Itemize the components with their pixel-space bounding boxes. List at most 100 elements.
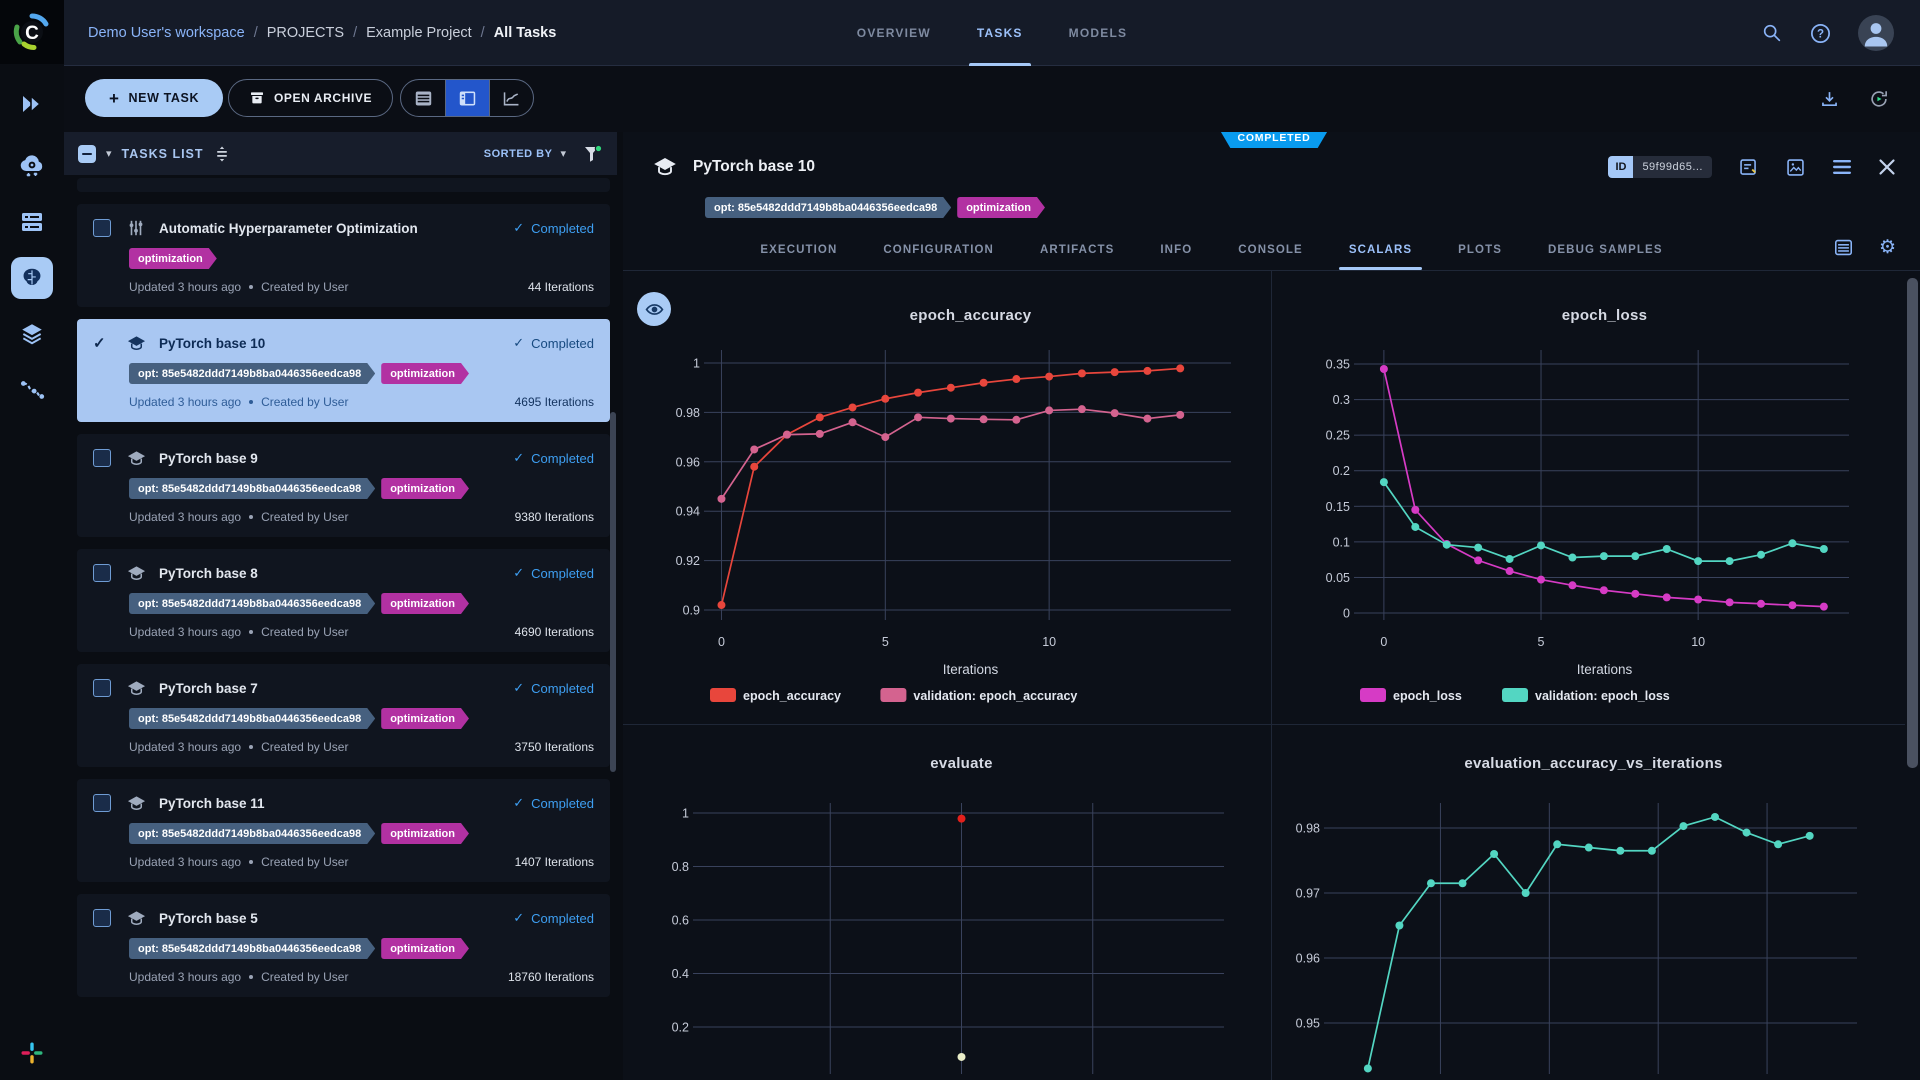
detail-tab-plots[interactable]: PLOTS <box>1458 230 1502 270</box>
chart-evaluation_accuracy_vs_iterations[interactable]: evaluation_accuracy_vs_iterations0.980.9… <box>1272 725 1905 1080</box>
id-value: 59f99d65... <box>1633 156 1712 178</box>
tag-opt-id[interactable]: opt: 85e5482ddd7149b8ba0446356eedca98 <box>129 363 375 384</box>
chart-evaluate[interactable]: evaluate10.80.60.40.2 <box>623 725 1272 1080</box>
task-checkbox[interactable] <box>93 679 111 697</box>
tag-opt-id[interactable]: opt: 85e5482ddd7149b8ba0446356eedca98 <box>129 708 375 729</box>
settings-gear-icon[interactable]: ⚙ <box>1879 238 1896 257</box>
header-tab-tasks[interactable]: TASKS <box>977 0 1023 66</box>
preview-image-icon[interactable] <box>1785 157 1806 178</box>
tag-opt-id[interactable]: opt: 85e5482ddd7149b8ba0446356eedca98 <box>129 478 375 499</box>
detail-tab-scalars[interactable]: SCALARS <box>1349 230 1412 270</box>
task-card[interactable]: PyTorch base 11 ✓Completed opt: 85e5482d… <box>77 779 610 882</box>
new-task-button[interactable]: + NEW TASK <box>85 79 223 117</box>
tag-opt-id[interactable]: opt: 85e5482ddd7149b8ba0446356eedca98 <box>129 593 375 614</box>
svg-text:evaluation_accuracy_vs_iterati: evaluation_accuracy_vs_iterations <box>1464 755 1722 772</box>
chart-cell-evaluation-accuracy[interactable]: evaluation_accuracy_vs_iterations0.980.9… <box>1272 725 1905 1080</box>
task-card[interactable]: PyTorch base 8 ✓Completed opt: 85e5482dd… <box>77 549 610 652</box>
task-checkbox[interactable] <box>93 219 111 237</box>
sidebar-item-pipelines[interactable] <box>0 362 64 418</box>
sidebar-item-projects-active-bg <box>11 257 53 299</box>
detail-tab-info[interactable]: INFO <box>1160 230 1192 270</box>
chart-cell-epoch-accuracy[interactable]: epoch_accuracy10.980.960.940.920.90510It… <box>623 270 1272 725</box>
detail-tab-execution[interactable]: EXECUTION <box>760 230 837 270</box>
chart-epoch_loss[interactable]: epoch_loss0.350.30.250.20.150.10.0500510… <box>1272 270 1905 725</box>
detail-tab-console[interactable]: CONSOLE <box>1238 230 1303 270</box>
open-archive-button[interactable]: OPEN ARCHIVE <box>228 79 393 117</box>
row-density-icon[interactable] <box>214 146 230 162</box>
tag-optimization[interactable]: optimization <box>381 593 469 614</box>
task-card[interactable]: PyTorch base 7 ✓Completed opt: 85e5482dd… <box>77 664 610 767</box>
task-checkbox[interactable] <box>93 794 111 812</box>
task-type-icon <box>127 218 147 238</box>
user-avatar[interactable] <box>1858 15 1894 51</box>
status-check-icon: ✓ <box>513 335 524 351</box>
task-checkbox[interactable] <box>93 564 111 582</box>
task-type-icon <box>127 680 147 697</box>
hide-plots-eye-button[interactable] <box>637 292 671 326</box>
menu-icon[interactable] <box>1832 158 1852 176</box>
tag-opt-id[interactable]: opt: 85e5482ddd7149b8ba0446356eedca98 <box>129 938 375 959</box>
detail-tab-configuration[interactable]: CONFIGURATION <box>883 230 994 270</box>
table-view-toggle[interactable] <box>401 80 445 116</box>
task-checkbox[interactable] <box>93 909 111 927</box>
header-tab-models[interactable]: MODELS <box>1069 0 1128 66</box>
task-type-icon <box>127 335 147 352</box>
status-check-icon: ✓ <box>513 450 524 466</box>
select-all-checkbox[interactable] <box>78 145 96 163</box>
slack-icon[interactable] <box>0 1042 64 1064</box>
svg-text:5: 5 <box>1538 635 1545 649</box>
auto-refresh-icon[interactable] <box>1868 88 1890 110</box>
detail-scrollbar[interactable] <box>1907 278 1918 768</box>
tasks-list-scrollbar[interactable] <box>610 412 616 772</box>
task-updated: Updated 3 hours ago <box>129 510 241 524</box>
task-iterations: 44 Iterations <box>528 280 594 294</box>
task-id-chip[interactable]: ID 59f99d65... <box>1608 156 1712 178</box>
sidebar-item-workers-queues[interactable] <box>0 194 64 250</box>
task-card[interactable]: PyTorch base 5 ✓Completed opt: 85e5482dd… <box>77 894 610 997</box>
select-all-caret-icon[interactable]: ▾ <box>106 147 112 160</box>
sidebar-item-autoscalers[interactable] <box>0 138 64 194</box>
chart-cell-evaluate[interactable]: evaluate10.80.60.40.2 <box>623 725 1272 1080</box>
sidebar-expand-icon[interactable] <box>0 76 64 132</box>
detail-tab-debug-samples[interactable]: DEBUG SAMPLES <box>1548 230 1663 270</box>
download-icon[interactable] <box>1819 89 1840 110</box>
tag-optimization[interactable]: optimization <box>381 708 469 729</box>
svg-text:0: 0 <box>1343 607 1350 621</box>
close-icon[interactable] <box>1878 158 1896 176</box>
chart-cell-epoch-loss[interactable]: epoch_loss0.350.30.250.20.150.10.0500510… <box>1272 270 1905 725</box>
tag-optimization[interactable]: optimization <box>381 478 469 499</box>
sidebar-item-projects[interactable] <box>0 250 64 306</box>
task-status-badge: ✓Completed <box>513 680 594 696</box>
task-updated: Updated 3 hours ago <box>129 280 241 294</box>
help-icon[interactable]: ? <box>1809 22 1832 45</box>
tag-optimization[interactable]: optimization <box>957 197 1045 218</box>
filter-funnel-icon[interactable] <box>582 144 603 164</box>
tag-optimization[interactable]: optimization <box>381 938 469 959</box>
task-card[interactable]: PyTorch base 9 ✓Completed opt: 85e5482dd… <box>77 434 610 537</box>
split-view-toggle[interactable] <box>445 80 489 116</box>
task-card-partial[interactable] <box>77 178 610 192</box>
tag-optimization[interactable]: optimization <box>381 823 469 844</box>
metrics-table-icon[interactable] <box>1834 239 1853 256</box>
search-icon[interactable] <box>1761 22 1783 44</box>
detail-tab-artifacts[interactable]: ARTIFACTS <box>1040 230 1114 270</box>
chart-epoch_accuracy[interactable]: epoch_accuracy10.980.960.940.920.90510It… <box>623 270 1272 725</box>
tag-opt-id[interactable]: opt: 85e5482ddd7149b8ba0446356eedca98 <box>129 823 375 844</box>
tag-optimization[interactable]: optimization <box>381 363 469 384</box>
sidebar-item-datasets[interactable] <box>0 306 64 362</box>
clearml-logo[interactable]: C <box>0 0 64 64</box>
task-status-badge: ✓Completed <box>513 220 594 236</box>
task-card[interactable]: ✓ PyTorch base 10 ✓Completed opt: 85e548… <box>77 319 610 422</box>
tag-optimization[interactable]: optimization <box>129 248 217 269</box>
sorted-by-control[interactable]: SORTED BY ▾ <box>484 147 566 160</box>
header-tab-overview[interactable]: OVERVIEW <box>857 0 931 66</box>
task-iterations: 4690 Iterations <box>515 625 594 639</box>
chart-view-toggle[interactable] <box>489 80 533 116</box>
status-label: Completed <box>531 451 594 466</box>
task-card[interactable]: Automatic Hyperparameter Optimization ✓C… <box>77 204 610 307</box>
task-checkbox[interactable] <box>93 449 111 467</box>
status-check-icon: ✓ <box>513 910 524 926</box>
description-icon[interactable] <box>1738 157 1759 178</box>
tag-opt-id[interactable]: opt: 85e5482ddd7149b8ba0446356eedca98 <box>705 197 951 218</box>
status-check-icon: ✓ <box>513 220 524 236</box>
